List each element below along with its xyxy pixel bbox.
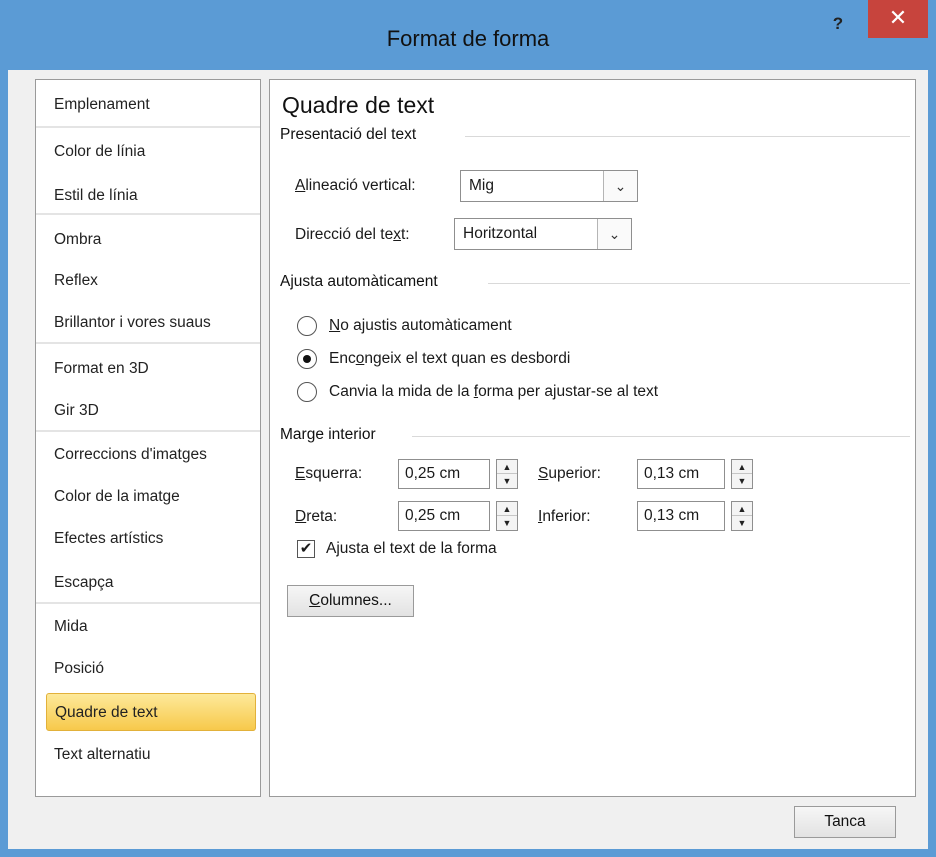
left-margin-stepper[interactable]: ▲ ▼ — [496, 459, 518, 489]
close-window-button[interactable]: ✕ — [868, 0, 928, 38]
chevron-down-icon[interactable]: ⌄ — [597, 219, 631, 249]
sidebar-separator — [36, 602, 260, 604]
section-divider — [465, 136, 910, 137]
bottom-margin-stepper[interactable]: ▲ ▼ — [731, 501, 753, 531]
sidebar-item-size[interactable]: Mida — [46, 608, 256, 646]
text-layout-heading: Presentació del text — [280, 126, 417, 143]
vertical-alignment-value: Mig — [469, 177, 494, 194]
chevron-down-icon[interactable]: ⌄ — [603, 171, 637, 201]
sidebar-item-artistic-effects[interactable]: Efectes artístics — [46, 520, 256, 558]
right-margin-label: Dreta: — [295, 508, 338, 525]
increment-icon[interactable]: ▲ — [732, 460, 752, 474]
resize-shape-label[interactable]: Canvia la mida de la forma per ajustar-s… — [329, 383, 658, 401]
format-shape-dialog: Format de forma ? ✕ Emplenament Color de… — [0, 0, 936, 857]
vertical-alignment-select[interactable]: Mig ⌄ — [460, 170, 638, 202]
bottom-margin-value: 0,13 cm — [644, 507, 700, 524]
sidebar-item-3d-format[interactable]: Format en 3D — [46, 350, 256, 388]
internal-margin-heading: Marge interior — [280, 426, 376, 443]
decrement-icon[interactable]: ▼ — [497, 474, 517, 488]
decrement-icon[interactable]: ▼ — [732, 474, 752, 488]
increment-icon[interactable]: ▲ — [497, 502, 517, 516]
autofit-heading: Ajusta automàticament — [280, 273, 438, 290]
radio-selected-dot — [303, 355, 311, 363]
decrement-icon[interactable]: ▼ — [497, 516, 517, 530]
panel-title: Quadre de text — [282, 92, 435, 118]
sidebar-item-alt-text[interactable]: Text alternatiu — [46, 736, 256, 774]
shrink-text-label[interactable]: Encongeix el text quan es desbordi — [329, 350, 570, 368]
top-margin-input[interactable]: 0,13 cm — [637, 459, 725, 489]
sidebar-item-line-style[interactable]: Estil de línia — [46, 177, 256, 215]
decrement-icon[interactable]: ▼ — [732, 516, 752, 530]
increment-icon[interactable]: ▲ — [732, 502, 752, 516]
sidebar-item-fill[interactable]: Emplenament — [46, 86, 256, 124]
sidebar-item-text-box[interactable]: Quadre de text — [46, 693, 256, 731]
wrap-text-checkbox[interactable]: ✔ — [297, 540, 315, 558]
bottom-margin-label: Inferior: — [538, 508, 591, 525]
text-box-panel: Quadre de text Presentació del text Alin… — [269, 79, 916, 797]
sidebar-item-crop[interactable]: Escapça — [46, 564, 256, 602]
right-margin-value: 0,25 cm — [405, 507, 461, 524]
sidebar-item-glow-soft-edges[interactable]: Brillantor i vores suaus — [46, 304, 256, 342]
dialog-title: Format de forma — [386, 26, 550, 51]
sidebar-separator — [36, 213, 260, 215]
bottom-margin-input[interactable]: 0,13 cm — [637, 501, 725, 531]
text-direction-select[interactable]: Horitzontal ⌄ — [454, 218, 632, 250]
sidebar-separator — [36, 126, 260, 128]
sidebar-item-picture-corrections[interactable]: Correccions d'imatges — [46, 436, 256, 474]
right-margin-stepper[interactable]: ▲ ▼ — [496, 501, 518, 531]
title-bar: Format de forma ? ✕ — [8, 0, 928, 70]
columns-button[interactable]: Columnes... — [287, 585, 414, 617]
left-margin-label: Esquerra: — [295, 465, 363, 482]
text-direction-value: Horitzontal — [463, 225, 538, 242]
radio-shrink-text-on-overflow[interactable] — [297, 349, 317, 369]
left-margin-value: 0,25 cm — [405, 465, 461, 482]
left-margin-input[interactable]: 0,25 cm — [398, 459, 490, 489]
right-margin-input[interactable]: 0,25 cm — [398, 501, 490, 531]
close-button[interactable]: Tanca — [794, 806, 896, 838]
sidebar-item-position[interactable]: Posició — [46, 650, 256, 688]
sidebar-separator — [36, 430, 260, 432]
wrap-text-label[interactable]: Ajusta el text de la forma — [326, 540, 497, 558]
section-divider — [412, 436, 910, 437]
top-margin-stepper[interactable]: ▲ ▼ — [731, 459, 753, 489]
increment-icon[interactable]: ▲ — [497, 460, 517, 474]
sidebar-item-3d-rotation[interactable]: Gir 3D — [46, 392, 256, 430]
sidebar-item-reflection[interactable]: Reflex — [46, 262, 256, 300]
sidebar-item-picture-color[interactable]: Color de la imatge — [46, 478, 256, 516]
radio-resize-shape-to-fit[interactable] — [297, 382, 317, 402]
radio-do-not-autofit[interactable] — [297, 316, 317, 336]
category-list: Emplenament Color de línia Estil de líni… — [35, 79, 261, 797]
text-direction-label: Direcció del text: — [295, 226, 410, 243]
section-divider — [488, 283, 910, 284]
sidebar-item-line-color[interactable]: Color de línia — [46, 133, 256, 171]
help-button[interactable]: ? — [823, 14, 853, 40]
sidebar-separator — [36, 342, 260, 344]
sidebar-item-shadow[interactable]: Ombra — [46, 221, 256, 259]
top-margin-value: 0,13 cm — [644, 465, 700, 482]
do-not-autofit-label[interactable]: No ajustis automàticament — [329, 317, 512, 335]
vertical-alignment-label: Alineació vertical: — [295, 177, 416, 194]
top-margin-label: Superior: — [538, 465, 601, 482]
